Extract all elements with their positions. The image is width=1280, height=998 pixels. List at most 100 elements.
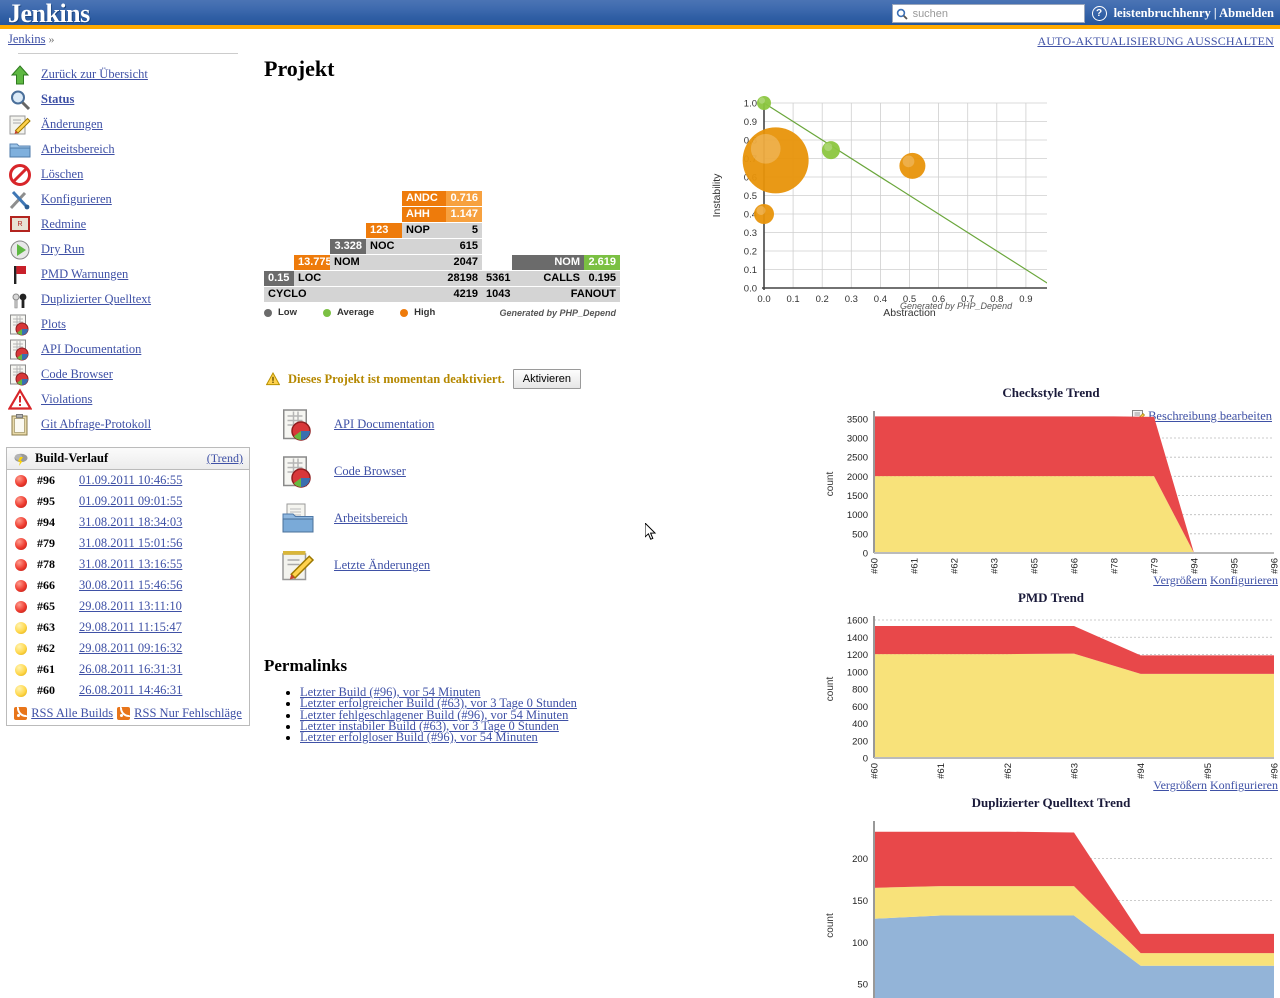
sidebar-item-git-abfrage-protokoll[interactable]: Git Abfrage-Protokoll (0, 412, 256, 437)
pyramid-metric-andc: ANDC (402, 191, 446, 206)
sidebar-item-dry-run[interactable]: Dry Run (0, 237, 256, 262)
svg-text:0.5: 0.5 (744, 191, 757, 202)
rss-failures-link[interactable]: RSS Nur Fehlschläge (134, 706, 242, 721)
build-timestamp-link[interactable]: 29.08.2011 13:11:10 (79, 599, 182, 614)
help-icon[interactable]: ? (1091, 6, 1107, 21)
build-history-trend-link[interactable]: (Trend) (207, 451, 243, 466)
checkstyle-trend-title: Checkstyle Trend (1002, 385, 1100, 400)
search-box[interactable] (891, 4, 1085, 23)
sidebar-item-redmine[interactable]: R Redmine (0, 212, 256, 237)
logout-link[interactable]: Abmelden (1219, 6, 1274, 20)
svg-text:100: 100 (852, 938, 868, 949)
activate-button[interactable]: Aktivieren (512, 369, 582, 389)
pmd-configure-link[interactable]: Konfigurieren (1210, 778, 1278, 792)
pmd-enlarge-link[interactable]: Vergrößern (1153, 778, 1207, 792)
build-timestamp-link[interactable]: 31.08.2011 13:16:55 (79, 557, 182, 572)
sidebar-item-label[interactable]: Zurück zur Übersicht (41, 67, 148, 82)
build-timestamp-link[interactable]: 29.08.2011 11:15:47 (79, 620, 182, 635)
build-history-row[interactable]: #60 26.08.2011 14:46:31 (7, 680, 249, 701)
pyramid-ratio-loc: 0.15 (264, 271, 294, 286)
project-link-label[interactable]: Letzte Änderungen (334, 558, 430, 573)
sidebar: Zurück zur Übersicht Status Änderungen Arbe… (0, 51, 256, 726)
sidebar-item-label[interactable]: Änderungen (41, 117, 103, 132)
build-timestamp-link[interactable]: 01.09.2011 10:46:55 (79, 473, 182, 488)
sidebar-item-label[interactable]: Löschen (41, 167, 83, 182)
svg-text:#96: #96 (1270, 763, 1280, 779)
abstractness-instability-chart: 0.00.10.20.30.40.50.60.70.80.91.00.00.10… (702, 91, 1062, 320)
build-timestamp-link[interactable]: 31.08.2011 15:01:56 (79, 536, 182, 551)
sidebar-item-label[interactable]: API Documentation (41, 342, 141, 357)
build-number: #95 (37, 494, 55, 508)
permalink-link[interactable]: Letzter erfolgloser Build (#96), vor 54 … (300, 730, 538, 744)
sidebar-item-label[interactable]: Code Browser (41, 367, 113, 382)
project-link-letzte-nderungen[interactable]: Letzte Änderungen (280, 542, 434, 589)
sidebar-item-label[interactable]: Konfigurieren (41, 192, 112, 207)
build-history-row[interactable]: #66 30.08.2011 15:46:56 (7, 575, 249, 596)
svg-text:#95: #95 (1203, 763, 1214, 779)
user-name-link[interactable]: leistenbruchhenry (1114, 6, 1211, 20)
svg-text:0.3: 0.3 (744, 228, 757, 239)
breadcrumb-item-jenkins[interactable]: Jenkins (8, 32, 46, 46)
sidebar-item-l-schen[interactable]: Löschen (0, 162, 256, 187)
build-history-row[interactable]: #95 01.09.2011 09:01:55 (7, 491, 249, 512)
sidebar-item-duplizierter-quelltext[interactable]: Duplizierter Quelltext (0, 287, 256, 312)
sidebar-item-status[interactable]: Status (0, 87, 256, 112)
sidebar-task-list: Zurück zur Übersicht Status Änderungen Arbe… (0, 62, 256, 437)
auto-refresh-toggle-link[interactable]: AUTO-AKTUALISIERUNG AUSSCHALTEN (1037, 34, 1274, 49)
sidebar-item-api-documentation[interactable]: API Documentation (0, 337, 256, 362)
sidebar-item-label[interactable]: Arbeitsbereich (41, 142, 115, 157)
project-link-label[interactable]: Code Browser (334, 464, 406, 479)
project-link-arbeitsbereich[interactable]: Arbeitsbereich (280, 495, 434, 542)
search-icon (896, 8, 908, 20)
build-history-row[interactable]: #79 31.08.2011 15:01:56 (7, 533, 249, 554)
pmd-trend-svg: 0 200 400 600 800 1000 1200 1400 1600 #60 #61 #62 #6… (825, 616, 1280, 779)
project-link-api-documentation[interactable]: API Documentation (280, 401, 434, 448)
sidebar-item-violations[interactable]: Violations (0, 387, 256, 412)
jenkins-logo[interactable]: Jenkins (8, 0, 90, 29)
sidebar-item-label[interactable]: PMD Warnungen (41, 267, 128, 282)
build-history-row[interactable]: #61 26.08.2011 16:31:31 (7, 659, 249, 680)
project-link-label[interactable]: API Documentation (334, 417, 434, 432)
pyramid-ratio-nom-right: 2.619 (584, 255, 620, 270)
build-history-row[interactable]: #65 29.08.2011 13:11:10 (7, 596, 249, 617)
checkstyle-configure-link[interactable]: Konfigurieren (1210, 573, 1278, 587)
project-link-label[interactable]: Arbeitsbereich (334, 511, 408, 526)
sidebar-item-label[interactable]: Git Abfrage-Protokoll (41, 417, 151, 432)
svg-text:400: 400 (852, 719, 868, 730)
build-history-row[interactable]: #94 31.08.2011 18:34:03 (7, 512, 249, 533)
sidebar-item-code-browser[interactable]: Code Browser (0, 362, 256, 387)
build-timestamp-link[interactable]: 01.09.2011 09:01:55 (79, 494, 182, 509)
sidebar-item-label[interactable]: Duplizierter Quelltext (41, 292, 151, 307)
build-history-row[interactable]: #78 31.08.2011 13:16:55 (7, 554, 249, 575)
sidebar-item-label[interactable]: Redmine (41, 217, 86, 232)
sidebar-item-plots[interactable]: Plots (0, 312, 256, 337)
build-history-row[interactable]: #62 29.08.2011 09:16:32 (7, 638, 249, 659)
svg-text:#96: #96 (1270, 558, 1280, 574)
rss-all-builds-link[interactable]: RSS Alle Builds (31, 706, 113, 721)
legend-dot-low (264, 308, 272, 317)
sidebar-item-nderungen[interactable]: Änderungen (0, 112, 256, 137)
sidebar-item-konfigurieren[interactable]: Konfigurieren (0, 187, 256, 212)
build-timestamp-link[interactable]: 30.08.2011 15:46:56 (79, 578, 182, 593)
duplicate-code-trend-svg: 2001501005050count (825, 821, 1274, 998)
build-timestamp-link[interactable]: 29.08.2011 09:16:32 (79, 641, 182, 656)
pyramid-generated-by: Generated by PHP_Depend (499, 307, 616, 318)
sidebar-item-label[interactable]: Plots (41, 317, 66, 332)
permalink-item[interactable]: Letzter erfolgloser Build (#96), vor 54 … (300, 730, 577, 744)
build-timestamp-link[interactable]: 31.08.2011 18:34:03 (79, 515, 182, 530)
search-input[interactable] (910, 6, 1081, 21)
sidebar-item-label[interactable]: Violations (41, 392, 92, 407)
checkstyle-enlarge-link[interactable]: Vergrößern (1153, 573, 1207, 587)
project-link-code-browser[interactable]: Code Browser (280, 448, 434, 495)
sidebar-item-zur-ck-zur-bersicht[interactable]: Zurück zur Übersicht (0, 62, 256, 87)
build-timestamp-link[interactable]: 26.08.2011 16:31:31 (79, 662, 182, 677)
build-history-row[interactable]: #96 01.09.2011 10:46:55 (7, 470, 249, 491)
sidebar-item-arbeitsbereich[interactable]: Arbeitsbereich (0, 137, 256, 162)
wrench-screwdriver-icon (8, 188, 32, 212)
svg-text:1400: 1400 (847, 633, 868, 644)
sidebar-item-label[interactable]: Status (41, 92, 74, 107)
sidebar-item-label[interactable]: Dry Run (41, 242, 84, 257)
sidebar-item-pmd-warnungen[interactable]: PMD Warnungen (0, 262, 256, 287)
build-timestamp-link[interactable]: 26.08.2011 14:46:31 (79, 683, 182, 698)
build-history-row[interactable]: #63 29.08.2011 11:15:47 (7, 617, 249, 638)
